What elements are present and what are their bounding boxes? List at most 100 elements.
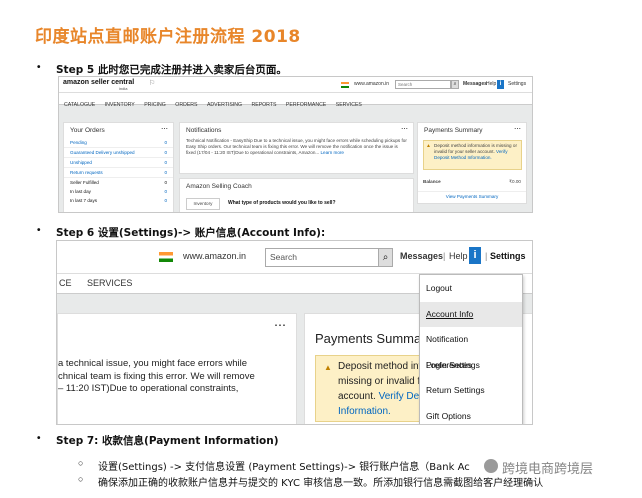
menu-item-return-settings[interactable]: Return Settings [420,378,522,404]
last-7-label: In last 7 days [70,198,98,203]
nav-performance[interactable]: PERFORMANCE [286,102,326,108]
selling-coach-card: Amazon Selling Coach Inventory What type… [179,178,414,212]
order-label[interactable]: Unshipped [70,160,92,165]
menu-item-account-info[interactable]: Account Info [420,301,522,327]
selling-coach-title: Amazon Selling Coach [186,183,252,190]
search-icon[interactable]: ⌕ [378,248,393,267]
nav-inventory[interactable]: INVENTORY [105,102,135,108]
menu-item-gift-options[interactable]: Gift Options [420,404,522,425]
order-row[interactable]: Unshipped 0 [64,158,173,168]
nav-services[interactable]: SERVICES [336,102,362,108]
more-options-icon[interactable]: ⋯ [514,125,521,133]
notification-text: a technical issue, you might face errors… [58,358,255,396]
verify-deposit-link[interactable]: Verify Dep [379,391,425,402]
order-row[interactable]: Guaranteed Delivery unshipped 0 [64,148,173,158]
menu-item-logout[interactable]: Logout [420,276,522,302]
deposit-warning: ▲ Deposit method information is missing … [423,140,522,170]
orders-title: Your Orders [70,127,105,134]
seller-fulfilled-count: 0 [164,180,167,185]
circle-bullet: ○ [78,474,84,484]
screenshot-seller-dashboard: amazon seller central india ⚐ www.amazon… [58,76,533,213]
last-day-label: In last day [70,189,91,194]
search-input[interactable]: Search [395,80,451,89]
verify-deposit-link-cont[interactable]: Information. [338,404,425,419]
warning-line: account. [338,391,379,402]
divider: | [485,251,488,261]
warning-line: Deposit method inf [338,361,422,372]
help-link[interactable]: Help [486,81,496,87]
nav-reports[interactable]: REPORTS [251,102,276,108]
india-flag-icon [341,82,349,88]
order-label[interactable]: Return requests [70,170,103,175]
nav-pricing[interactable]: PRICING [144,102,166,108]
view-payments-link[interactable]: View Payments Summary [418,191,526,200]
nav-services[interactable]: SERVICES [87,278,132,288]
order-count: 0 [164,170,167,175]
more-options-icon[interactable]: ⋯ [161,125,168,133]
page-title: 印度站点直邮账户注册流程 2018 [35,27,301,47]
info-icon[interactable]: i [497,80,504,89]
settings-dropdown: Logout Account Info Notification Prefere… [419,274,523,425]
marketplace-domain[interactable]: www.amazon.in [354,81,389,87]
menu-item-login-settings[interactable]: Login Settings [420,353,522,379]
payments-summary-card: Payments Summary ⋯ ▲ Deposit method info… [417,122,527,204]
logo-region: india [119,86,128,91]
warning-icon: ▲ [426,143,431,149]
seller-fulfilled-label: Seller Fulfilled [70,180,99,185]
divider: | [443,251,446,261]
notification-line: a technical issue, you might face errors… [58,358,248,369]
balance-value: ₹0.00 [509,179,521,184]
order-label[interactable]: Pending [70,140,87,145]
search-input[interactable]: Search [265,248,379,267]
balance-label: Balance [423,179,441,184]
payments-summary-title: Payments Summa [315,331,422,346]
watermark: 跨境电商跨境层 [482,458,638,478]
help-link[interactable]: Help [449,251,468,261]
notifications-card: ⋯ a technical issue, you might face erro… [57,313,297,424]
screenshot-settings-menu: www.amazon.in Search ⌕ Messages | Help i… [56,240,533,425]
search-icon[interactable]: ⌕ [451,80,459,89]
sub-step-1: 设置(Settings) -> 支付信息设置 (Payment Settings… [98,462,470,473]
bullet-dot: • [37,62,41,73]
nav-orders[interactable]: ORDERS [175,102,197,108]
flag-outline-icon[interactable]: ⚐ [149,79,155,87]
bullet-dot: • [37,225,41,236]
messages-link[interactable]: Messages [463,81,487,87]
messages-link[interactable]: Messages [400,251,443,261]
payments-summary-title: Payments Summary [424,127,483,134]
order-label[interactable]: Guaranteed Delivery unshipped [70,150,135,155]
warning-icon: ▲ [324,363,332,372]
learn-more-link[interactable]: Learn more [321,150,345,155]
marketplace-domain[interactable]: www.amazon.in [183,251,246,261]
step6-heading: Step 6 设置(Settings)-> 账户信息(Account Info)… [56,227,326,239]
step5-heading: Step 5 此时您已完成注册并进入卖家后台页面。 [56,64,287,76]
notification-text: Technical Notification - EasyShip Due to… [186,138,407,155]
more-options-icon[interactable]: ⋯ [401,125,408,133]
india-flag-icon [159,252,173,262]
last-7-count[interactable]: 0 [164,198,167,203]
top-bar: www.amazon.in Search ⌕ Messages | Help i… [57,241,532,274]
last-day-count[interactable]: 0 [164,189,167,194]
main-nav: CATALOGUE INVENTORY PRICING ORDERS ADVER… [59,93,532,108]
wechat-logo-icon [484,459,498,473]
amazon-logo: amazon seller central [63,79,135,86]
settings-link[interactable]: Settings [490,251,526,261]
nav-advertising[interactable]: ADVERTISING [207,102,242,108]
last-day-row: In last day 0 [64,187,173,196]
order-row[interactable]: Pending 0 [64,138,173,148]
menu-item-notification-preferences[interactable]: Notification Preferences [420,327,522,370]
coach-tab-inventory[interactable]: Inventory [186,198,220,210]
step7-heading: Step 7: 收款信息(Payment Information) [56,435,279,447]
nav-partial[interactable]: CE [59,278,72,288]
coach-question: What type of products would you like to … [228,200,336,206]
orders-card: Your Orders ⋯ Pending 0 Guaranteed Delive… [63,122,174,212]
warning-line: missing or invalid f [338,376,421,387]
nav-catalogue[interactable]: CATALOGUE [64,102,95,108]
top-bar: amazon seller central india ⚐ www.amazon… [59,77,532,93]
more-options-icon[interactable]: ⋯ [274,318,286,332]
watermark-text: 跨境电商跨境层 [502,462,594,477]
settings-link[interactable]: Settings [508,81,526,87]
info-icon[interactable]: i [469,247,481,264]
notifications-title: Notifications [186,127,222,134]
order-row[interactable]: Return requests 0 [64,168,173,178]
